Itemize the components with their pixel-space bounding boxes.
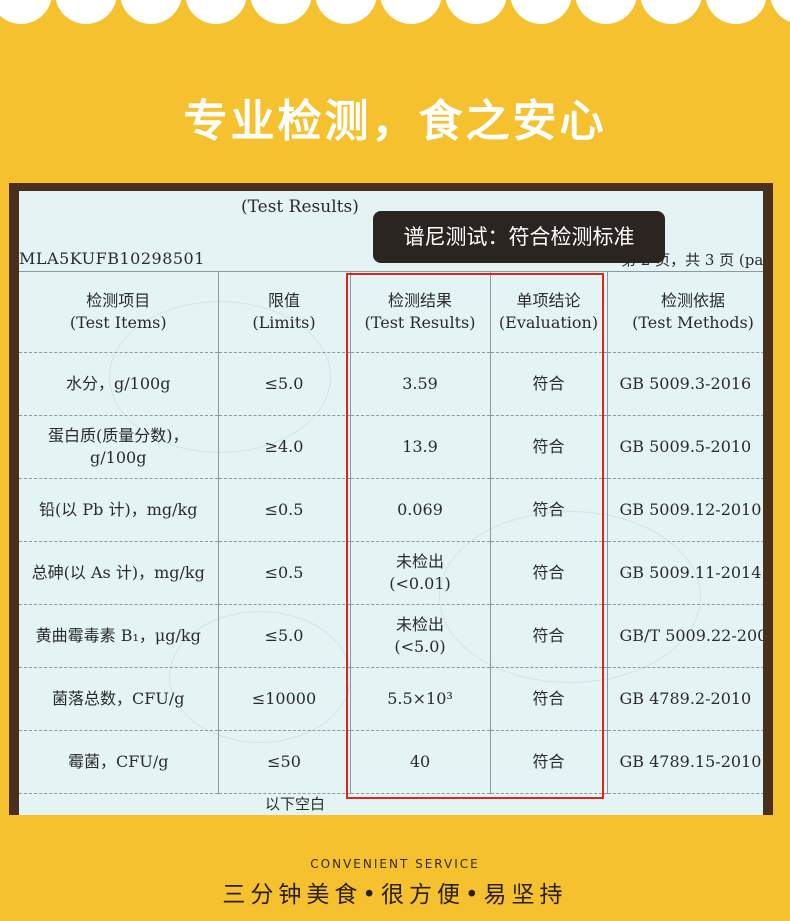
scallop-dot <box>705 0 767 24</box>
scallop-dot <box>0 0 52 24</box>
limit-value: ≤0.5 <box>218 541 351 605</box>
scallop-border <box>0 0 790 50</box>
limit-value: ≤10000 <box>218 667 351 731</box>
test-method: GB/T 5009.22-2003 <box>607 604 763 668</box>
test-method: GB 5009.12-2010 <box>607 478 763 542</box>
test-item: 铅(以 Pb 计)，mg/kg <box>19 478 219 542</box>
scallop-dot <box>250 0 312 24</box>
scallop-dot <box>55 0 117 24</box>
limit-value: ≤0.5 <box>218 478 351 542</box>
test-item: 水分，g/100g <box>19 352 219 416</box>
column-header-limits: 限值 (Limits) <box>218 271 351 353</box>
test-item: 蛋白质(质量分数)， g/100g <box>19 415 219 479</box>
scallop-dot <box>640 0 702 24</box>
footer-tagline: 三分钟美食•很方便•易坚持 <box>222 882 568 908</box>
limit-value: ≤50 <box>218 730 351 794</box>
report-number: MLA5KUFB10298501 <box>19 249 205 268</box>
test-item: 黄曲霉毒素 B₁，μg/kg <box>19 604 219 668</box>
test-method: GB 4789.15-2010 <box>607 730 763 794</box>
test-method: GB 4789.2-2010 <box>607 667 763 731</box>
column-header-test-methods: 检测依据 (Test Methods) <box>607 271 763 353</box>
test-item: 菌落总数，CFU/g <box>19 667 219 731</box>
test-method: GB 5009.5-2010 <box>607 415 763 479</box>
results-highlight-box <box>346 273 604 799</box>
test-results-heading: (Test Results) <box>241 197 359 217</box>
limit-value: ≤5.0 <box>218 352 351 416</box>
scallop-dot <box>120 0 182 24</box>
scallop-dot <box>185 0 247 24</box>
test-item: 霉菌，CFU/g <box>19 730 219 794</box>
scallop-dot <box>770 0 790 24</box>
scallop-dot <box>575 0 637 24</box>
page-title: 专业检测，食之安心 <box>183 96 607 147</box>
test-method: GB 5009.11-2014 <box>607 541 763 605</box>
test-method: GB 5009.3-2016 <box>607 352 763 416</box>
scallop-dot <box>445 0 507 24</box>
footer-subtitle-en: CONVENIENT SERVICE <box>310 857 480 871</box>
limit-value: ≤5.0 <box>218 604 351 668</box>
end-of-results-note: 以下空白 <box>265 795 326 813</box>
limit-value: ≥4.0 <box>218 415 351 479</box>
certification-badge: 谱尼测试：符合检测标准 <box>373 211 665 263</box>
scallop-dot <box>315 0 377 24</box>
test-item: 总砷(以 As 计)，mg/kg <box>19 541 219 605</box>
scallop-dot <box>380 0 442 24</box>
column-header-test-items: 检测项目 (Test Items) <box>19 271 219 353</box>
scallop-dot <box>510 0 572 24</box>
